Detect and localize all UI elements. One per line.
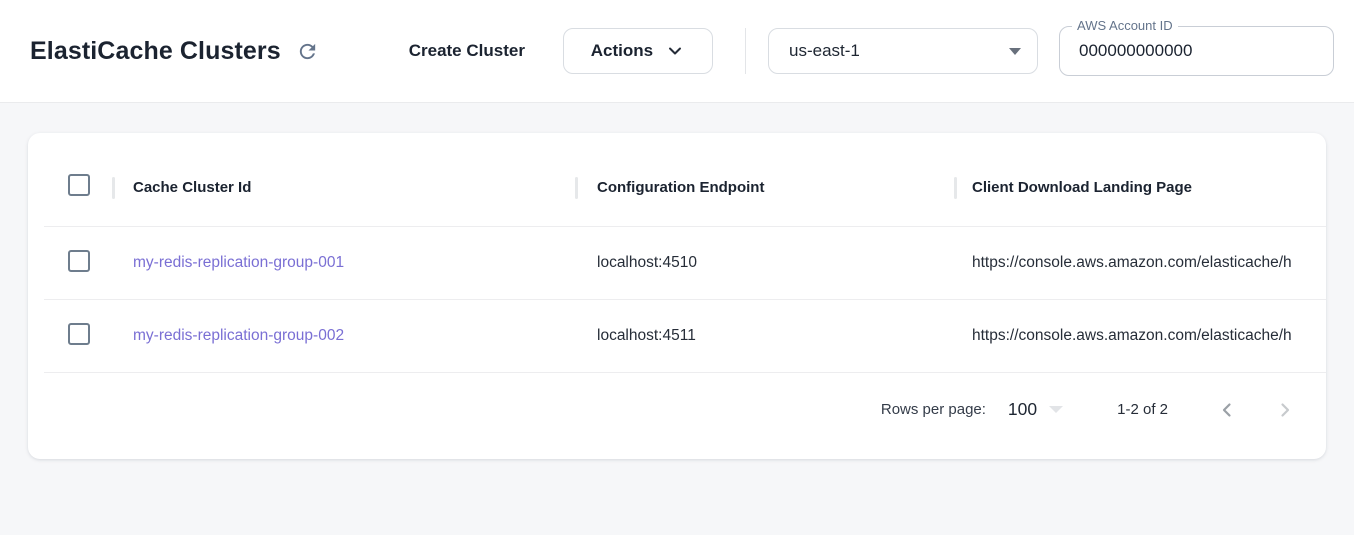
table-header-row: Cache Cluster Id Configuration Endpoint …: [28, 149, 1326, 226]
header-divider: [745, 28, 746, 74]
actions-button[interactable]: Actions: [563, 28, 713, 74]
region-select-value: us-east-1: [789, 41, 860, 61]
clusters-table-card: Cache Cluster Id Configuration Endpoint …: [28, 133, 1326, 459]
aws-account-id-input[interactable]: [1060, 27, 1333, 75]
actions-button-label: Actions: [591, 41, 653, 61]
rows-per-page-select[interactable]: 100: [1008, 399, 1063, 420]
landing-page-cell: https://console.aws.amazon.com/elasticac…: [955, 327, 1326, 345]
chevron-right-icon: [1273, 398, 1297, 422]
main-content: Cache Cluster Id Configuration Endpoint …: [0, 133, 1354, 459]
row-checkbox[interactable]: [68, 323, 90, 345]
chevron-down-icon: [665, 41, 685, 61]
pagination-range-label: 1-2 of 2: [1117, 401, 1168, 418]
configuration-endpoint-cell: localhost:4511: [576, 327, 955, 345]
aws-account-id-field: AWS Account ID: [1059, 26, 1334, 76]
row-checkbox[interactable]: [68, 250, 90, 272]
caret-down-icon: [1009, 48, 1021, 55]
app-header: ElastiCache Clusters Create Cluster Acti…: [0, 0, 1354, 103]
select-all-cell: [28, 174, 113, 201]
table-row: my-redis-replication-group-001 localhost…: [28, 227, 1326, 299]
table-row: my-redis-replication-group-002 localhost…: [28, 300, 1326, 372]
next-page-button[interactable]: [1272, 397, 1298, 423]
caret-down-icon: [1049, 406, 1063, 413]
refresh-icon: [296, 40, 319, 63]
previous-page-button[interactable]: [1214, 397, 1240, 423]
page-title: ElastiCache Clusters: [30, 37, 281, 66]
column-separator: [954, 177, 957, 199]
rows-per-page-label: Rows per page:: [881, 401, 986, 418]
aws-account-id-label: AWS Account ID: [1072, 18, 1178, 33]
refresh-button[interactable]: [293, 36, 323, 66]
header-right-group: us-east-1 AWS Account ID: [745, 26, 1334, 76]
create-cluster-button[interactable]: Create Cluster: [403, 33, 531, 69]
rows-per-page-value: 100: [1008, 399, 1037, 420]
row-select-cell: [28, 323, 113, 350]
column-header-cache-cluster-id[interactable]: Cache Cluster Id: [113, 179, 576, 196]
region-select[interactable]: us-east-1: [768, 28, 1038, 74]
column-separator: [112, 177, 115, 199]
landing-page-cell: https://console.aws.amazon.com/elasticac…: [955, 254, 1326, 272]
column-header-configuration-endpoint[interactable]: Configuration Endpoint: [576, 179, 955, 196]
pagination-bar: Rows per page: 100 1-2 of 2: [28, 373, 1326, 446]
column-separator: [575, 177, 578, 199]
cluster-id-link[interactable]: my-redis-replication-group-001: [133, 254, 344, 271]
cluster-id-link[interactable]: my-redis-replication-group-002: [133, 327, 344, 344]
column-header-client-download-landing-page[interactable]: Client Download Landing Page: [955, 179, 1326, 196]
configuration-endpoint-cell: localhost:4510: [576, 254, 955, 272]
select-all-checkbox[interactable]: [68, 174, 90, 196]
chevron-left-icon: [1215, 398, 1239, 422]
row-select-cell: [28, 250, 113, 277]
